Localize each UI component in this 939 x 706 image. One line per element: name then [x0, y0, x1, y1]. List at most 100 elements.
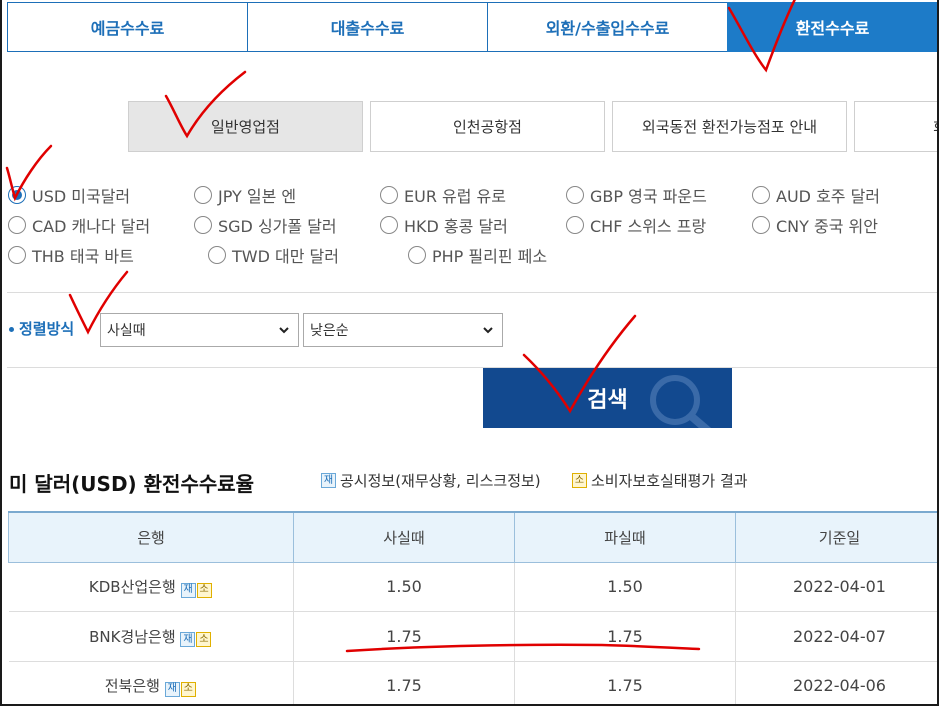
currency-radio-group: USD 미국달러 JPY 일본 엔 EUR 유럽 유로 GBP 영국 파운드 A… [8, 180, 937, 270]
radio-button[interactable] [8, 186, 26, 204]
currency-label: HKD 홍콩 달러 [404, 217, 508, 236]
tab-loan-fee[interactable]: 대출수수료 [247, 2, 487, 52]
base-date-cell: 2022-04-07 [735, 611, 937, 662]
divider [7, 292, 937, 293]
currency-option-php[interactable]: PHP 필리핀 페소 [408, 243, 608, 267]
sort-order-value: 낮은순 [310, 323, 349, 339]
currency-label: USD 미국달러 [32, 187, 131, 206]
exchange-fee-table: 은행 사실때 파실때 기준일 KDB산업은행 재소 1.50 1.50 2022… [8, 511, 937, 704]
sort-field-value: 사실때 [107, 323, 146, 339]
branch-coin-exchange-button[interactable]: 외국동전 환전가능점포 안내 [612, 101, 847, 152]
disclosure-badge-icon[interactable]: 재 [180, 632, 196, 647]
sell-rate-cell: 1.75 [514, 661, 736, 704]
bank-cell: 전북은행 재소 [8, 661, 294, 704]
tab-deposit-fee[interactable]: 예금수수료 [7, 2, 247, 52]
column-header: 사실때 [293, 511, 515, 563]
radio-button[interactable] [194, 216, 212, 234]
currency-option-thb[interactable]: THB 태국 바트 [8, 243, 208, 267]
radio-button[interactable] [566, 216, 584, 234]
branch-selector: 일반영업점 인천공항점 외국동전 환전가능점포 안내 화 [128, 101, 937, 152]
sell-rate-cell: 1.75 [514, 611, 736, 662]
currency-label: SGD 싱가폴 달러 [218, 217, 337, 236]
radio-button[interactable] [194, 186, 212, 204]
sort-label-text: 정렬방식 [19, 320, 75, 338]
branch-more-button[interactable]: 화 [854, 101, 937, 152]
search-button[interactable]: 검색 [483, 368, 732, 428]
currency-option-cad[interactable]: CAD 캐나다 달러 [8, 213, 194, 237]
sort-field-select[interactable]: 사실때 [100, 313, 299, 347]
currency-option-aud[interactable]: AUD 호주 달러 [752, 183, 937, 207]
consumer-badge-icon[interactable]: 소 [180, 681, 196, 697]
tab-forex-trade-fee[interactable]: 외환/수출입수수료 [487, 2, 727, 52]
currency-label: AUD 호주 달러 [776, 187, 881, 206]
currency-label: JPY 일본 엔 [218, 187, 297, 206]
search-button-label: 검색 [587, 388, 628, 413]
buy-rate-cell: 1.50 [293, 562, 515, 612]
currency-label: CAD 캐나다 달러 [32, 217, 151, 236]
bank-name: BNK경남은행 [89, 627, 176, 646]
radio-button[interactable] [8, 246, 26, 264]
currency-option-gbp[interactable]: GBP 영국 파운드 [566, 183, 752, 207]
bank-cell: BNK경남은행 재소 [8, 611, 294, 662]
disclosure-badge-icon[interactable]: 재 [180, 582, 196, 598]
currency-label: CHF 스위스 프랑 [590, 217, 707, 236]
radio-button[interactable] [380, 216, 398, 234]
sell-rate-cell: 1.50 [514, 562, 736, 612]
radio-button[interactable] [752, 216, 770, 234]
legend-consumer-protection[interactable]: 소 소비자보호실태평가 결과 [572, 470, 748, 491]
radio-button[interactable] [566, 186, 584, 204]
currency-option-cny[interactable]: CNY 중국 위안 [752, 213, 937, 237]
chevron-down-icon [483, 327, 493, 334]
currency-option-chf[interactable]: CHF 스위스 프랑 [566, 213, 752, 237]
radio-button[interactable] [8, 216, 26, 234]
buy-rate-cell: 1.75 [293, 661, 515, 704]
branch-incheon-airport-button[interactable]: 인천공항점 [370, 101, 605, 152]
magnifier-icon [650, 375, 712, 428]
radio-button[interactable] [208, 246, 226, 264]
currency-option-usd[interactable]: USD 미국달러 [8, 183, 194, 207]
currency-row: USD 미국달러 JPY 일본 엔 EUR 유럽 유로 GBP 영국 파운드 A… [8, 180, 937, 210]
consumer-badge-icon[interactable]: 소 [196, 632, 212, 647]
currency-label: PHP 필리핀 페소 [432, 247, 548, 266]
column-header: 은행 [8, 511, 294, 563]
legend-disclosure-text: 공시정보(재무상황, 리스크정보) [340, 472, 541, 490]
table-header-row: 은행 사실때 파실때 기준일 [8, 511, 937, 563]
buy-rate-cell: 1.75 [293, 611, 515, 662]
currency-option-eur[interactable]: EUR 유럽 유로 [380, 183, 566, 207]
column-header: 파실때 [514, 511, 736, 563]
currency-label: CNY 중국 위안 [776, 217, 878, 236]
currency-option-twd[interactable]: TWD 대만 달러 [208, 243, 408, 267]
bank-cell: KDB산업은행 재소 [8, 562, 294, 612]
table-row: BNK경남은행 재소 1.75 1.75 2022-04-07 [8, 611, 937, 662]
radio-button[interactable] [380, 186, 398, 204]
chevron-down-icon [279, 327, 289, 334]
radio-button[interactable] [752, 186, 770, 204]
column-header: 기준일 [735, 511, 937, 563]
currency-option-hkd[interactable]: HKD 홍콩 달러 [380, 213, 566, 237]
currency-row: THB 태국 바트 TWD 대만 달러 PHP 필리핀 페소 [8, 240, 937, 270]
currency-label: THB 태국 바트 [32, 247, 134, 266]
disclosure-badge-icon[interactable]: 재 [164, 681, 180, 697]
fee-category-tabs: 예금수수료 대출수수료 외환/수출입수수료 환전수수료 [7, 2, 937, 52]
result-title: 미 달러(USD) 환전수수료율 [9, 472, 255, 496]
sort-order-select[interactable]: 낮은순 [303, 313, 503, 347]
legend-disclosure[interactable]: 재 공시정보(재무상황, 리스크정보) [321, 470, 541, 491]
currency-option-jpy[interactable]: JPY 일본 엔 [194, 183, 380, 207]
consumer-badge-icon[interactable]: 소 [196, 582, 212, 598]
currency-row: CAD 캐나다 달러 SGD 싱가폴 달러 HKD 홍콩 달러 CHF 스위스 … [8, 210, 937, 240]
bullet-icon [9, 327, 14, 332]
radio-button[interactable] [408, 246, 426, 264]
legend-consumer-text: 소비자보호실태평가 결과 [591, 472, 748, 490]
currency-option-sgd[interactable]: SGD 싱가폴 달러 [194, 213, 380, 237]
base-date-cell: 2022-04-01 [735, 562, 937, 612]
tab-exchange-fee[interactable]: 환전수수료 [727, 2, 937, 52]
currency-label: TWD 대만 달러 [232, 247, 339, 266]
bank-name: KDB산업은행 [88, 578, 176, 596]
sort-label: 정렬방식 [9, 318, 74, 339]
currency-label: GBP 영국 파운드 [590, 187, 707, 206]
branch-general-button[interactable]: 일반영업점 [128, 101, 363, 152]
table-row: KDB산업은행 재소 1.50 1.50 2022-04-01 [8, 562, 937, 612]
currency-label: EUR 유럽 유로 [404, 187, 506, 206]
disclosure-badge-icon: 재 [321, 473, 336, 488]
page-frame: 예금수수료 대출수수료 외환/수출입수수료 환전수수료 일반영업점 인천공항점 … [0, 0, 939, 706]
